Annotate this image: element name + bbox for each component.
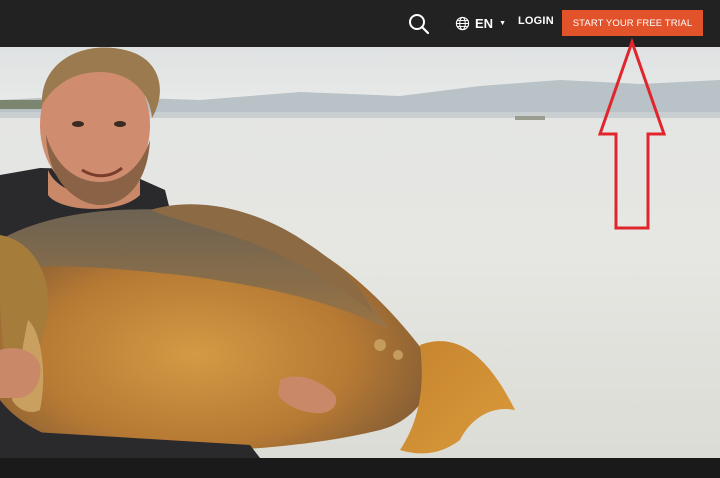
search-button[interactable]	[406, 11, 432, 37]
language-label: EN	[475, 15, 494, 31]
bottom-bar	[0, 458, 720, 478]
red-arrow-annotation	[597, 38, 667, 230]
globe-icon	[455, 16, 470, 30]
language-selector[interactable]: EN ▼	[455, 13, 506, 33]
caret-down-icon: ▼	[499, 19, 506, 27]
login-link[interactable]: LOGIN	[518, 15, 554, 27]
start-free-trial-button[interactable]: START YOUR FREE TRIAL	[562, 10, 703, 36]
search-icon	[409, 14, 430, 35]
